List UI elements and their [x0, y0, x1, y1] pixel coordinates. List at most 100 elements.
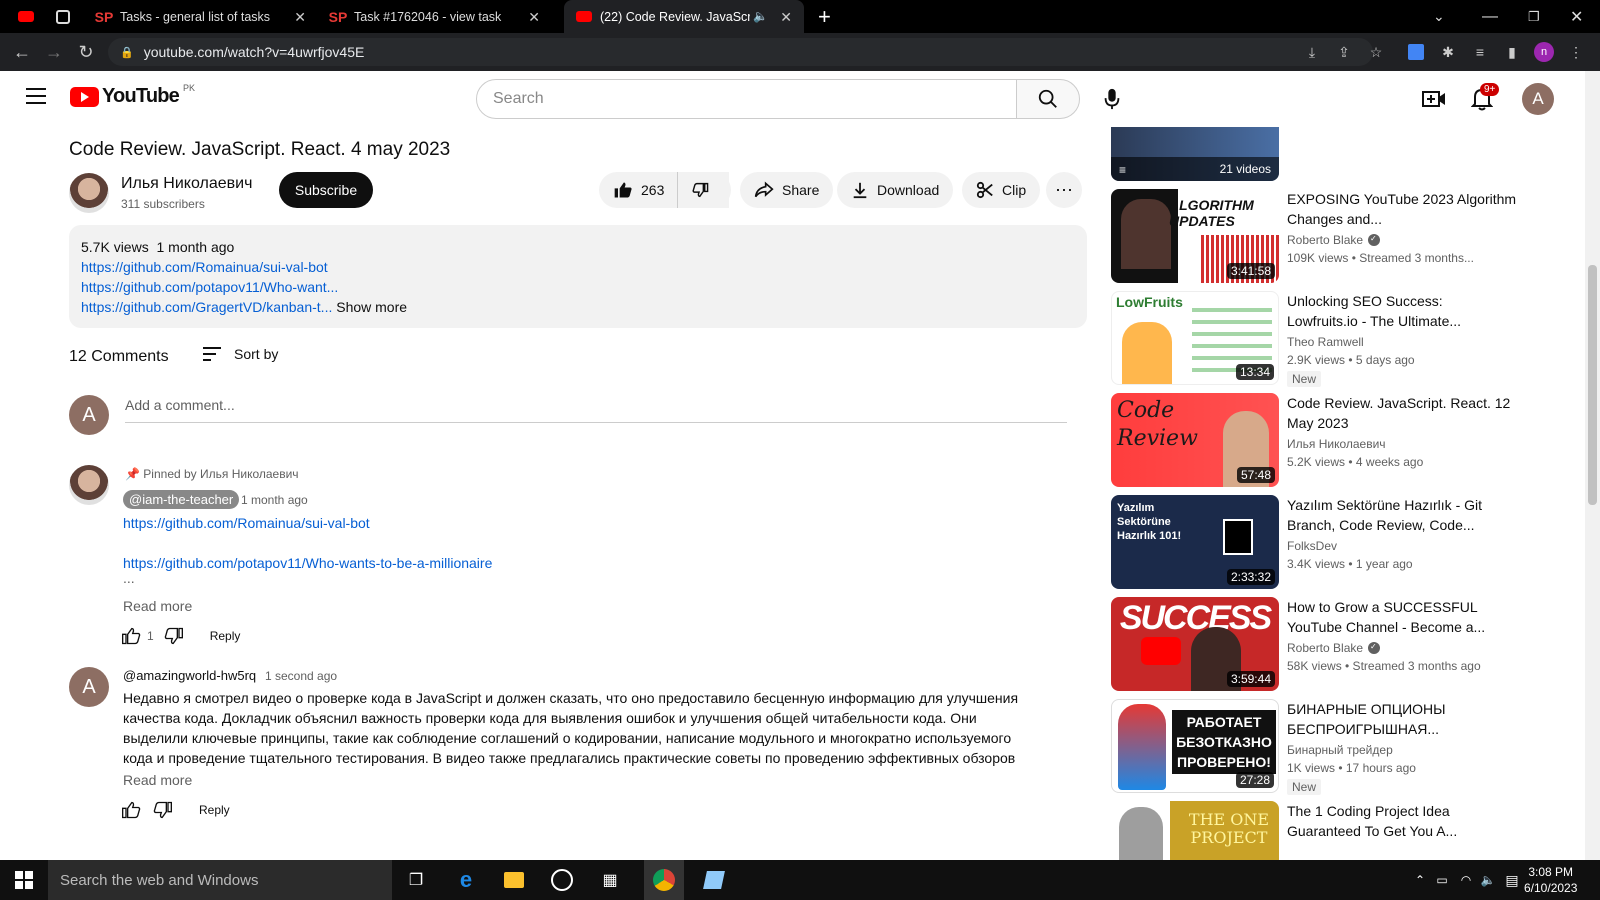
tab-youtube-active[interactable]: (22) Code Review. JavaScript. 🔈 ✕	[564, 0, 804, 33]
menu-icon[interactable]	[26, 88, 46, 104]
address-bar[interactable]: 🔒 youtube.com/watch?v=4uwrfjov45E	[108, 38, 1373, 66]
tab-task-view[interactable]: SP Task #1762046 - view task ✕	[329, 0, 552, 33]
description-link[interactable]: https://github.com/Romainua/sui-val-bot	[81, 259, 328, 275]
chrome-taskbar-icon[interactable]	[644, 860, 684, 900]
comment-avatar[interactable]: A	[69, 667, 109, 707]
restore-icon[interactable]: ❐	[1528, 0, 1548, 33]
comment-author[interactable]: @amazingworld-hw5rq	[123, 668, 256, 683]
video-title[interactable]: The 1 Coding Project Idea Guaranteed To …	[1287, 801, 1517, 841]
comment-time[interactable]: 1 second ago	[265, 669, 337, 683]
video-thumbnail[interactable]: ALGORITHM UPDATES 3:41:58	[1111, 189, 1279, 283]
read-more-button[interactable]: Read more	[123, 772, 192, 788]
channel-name[interactable]: Илья Николаевич	[121, 175, 252, 193]
edge-icon[interactable]: e	[452, 866, 480, 894]
description-box[interactable]: 5.7K views 1 month ago https://github.co…	[69, 225, 1087, 328]
add-comment-input[interactable]: Add a comment...	[125, 395, 1067, 423]
comment-author[interactable]: @iam-the-teacher	[123, 490, 240, 509]
task-view-icon[interactable]: ❐	[402, 866, 430, 894]
media-control-icon[interactable]: ≡	[1470, 42, 1490, 62]
close-tab-icon[interactable]: ✕	[294, 9, 306, 26]
reply-button[interactable]: Reply	[210, 629, 241, 643]
speaker-icon[interactable]: 🔈	[753, 9, 768, 23]
video-thumbnail[interactable]: РАБОТАЕТ БЕЗОТКАЗНО ПРОВЕРЕНО! 27:28	[1111, 699, 1279, 793]
comment-link[interactable]: https://github.com/Romainua/sui-val-bot	[123, 515, 370, 531]
close-tab-icon[interactable]: ✕	[780, 9, 792, 26]
youtube-logo[interactable]: YouTube PK	[70, 83, 195, 108]
create-button[interactable]	[1418, 83, 1450, 115]
install-icon[interactable]: ⤓	[1302, 42, 1322, 62]
translate-icon[interactable]	[1406, 42, 1426, 62]
thumbs-up-icon[interactable]	[121, 800, 141, 820]
reply-button[interactable]: Reply	[199, 803, 230, 817]
video-thumbnail[interactable]: Code Review 57:48	[1111, 393, 1279, 487]
video-thumbnail[interactable]: SUCCESS 3:59:44	[1111, 597, 1279, 691]
account-button[interactable]: A	[1522, 83, 1554, 115]
video-thumbnail[interactable]: THE ONE PROJECT	[1111, 801, 1279, 860]
chrome-menu-icon[interactable]: ⋮	[1566, 42, 1586, 62]
playlist-thumbnail[interactable]: 21 videos ≡	[1111, 127, 1279, 181]
profile-icon[interactable]: n	[1534, 42, 1554, 62]
video-channel[interactable]: Илья Николаевич	[1287, 437, 1386, 451]
video-channel[interactable]: Roberto Blake	[1287, 641, 1381, 655]
windows-start-icon[interactable]	[10, 866, 38, 894]
search-input[interactable]: Search	[476, 79, 1017, 119]
download-button[interactable]: Download	[837, 172, 954, 208]
more-actions-button[interactable]: ⋯	[1046, 172, 1082, 208]
description-link[interactable]: https://github.com/potapov11/Who-want...	[81, 279, 338, 295]
video-title[interactable]: Yazılım Sektörüne Hazırlık - Git Branch,…	[1287, 495, 1517, 535]
taskbar-clock[interactable]: 3:08 PM 6/10/2023	[1524, 864, 1577, 896]
video-channel[interactable]: Roberto Blake	[1287, 233, 1381, 247]
video-channel[interactable]: Theo Ramwell	[1287, 335, 1364, 349]
new-tab-button[interactable]: +	[818, 0, 838, 33]
bookmark-star-icon[interactable]: ☆	[1366, 42, 1386, 62]
subscribe-button[interactable]: Subscribe	[279, 172, 373, 208]
video-channel[interactable]: Бинарный трейдер	[1287, 743, 1393, 757]
comment-time[interactable]: 1 month ago	[241, 493, 308, 507]
read-more-button[interactable]: Read more	[123, 598, 192, 614]
tab-search-icon[interactable]: ⌄	[1433, 0, 1453, 33]
minimize-icon[interactable]: —	[1482, 0, 1502, 33]
thumbs-down-icon[interactable]	[164, 626, 184, 646]
related-video-item[interactable]: Code Review 57:48 Code Review. JavaScrip…	[1111, 393, 1585, 487]
reload-icon[interactable]: ↻	[74, 40, 98, 64]
side-panel-icon[interactable]: ▮	[1502, 42, 1522, 62]
related-video-item[interactable]: LowFruits 13:34 Unlocking SEO Success: L…	[1111, 291, 1585, 387]
channel-avatar[interactable]	[69, 173, 109, 213]
whatsapp-icon[interactable]	[548, 866, 576, 894]
sort-by-button[interactable]: Sort by	[202, 346, 278, 362]
video-title[interactable]: Code Review. JavaScript. React. 12 May 2…	[1287, 393, 1517, 433]
back-icon[interactable]: ←	[10, 40, 34, 64]
video-title[interactable]: Unlocking SEO Success: Lowfruits.io - Th…	[1287, 291, 1517, 331]
clip-button[interactable]: Clip	[962, 172, 1041, 208]
voice-search-button[interactable]	[1092, 79, 1132, 119]
video-thumbnail[interactable]: Yazılım Sektörüne Hazırlık 101! 2:33:32	[1111, 495, 1279, 589]
share-button[interactable]: Share	[740, 172, 834, 208]
video-channel[interactable]: FolksDev	[1287, 539, 1337, 553]
extensions-icon[interactable]: ✱	[1438, 42, 1458, 62]
action-center-icon[interactable]: ▤	[1498, 866, 1526, 894]
related-video-item[interactable]: SUCCESS 3:59:44 How to Grow a SUCCESSFUL…	[1111, 597, 1585, 691]
video-title[interactable]: БИНАРНЫЕ ОПЦИОНЫ БЕСПРОИГРЫШНАЯ...	[1287, 699, 1517, 739]
dislike-button[interactable]	[677, 172, 731, 208]
forward-icon[interactable]: →	[42, 40, 66, 64]
close-tab-icon[interactable]: ✕	[528, 9, 540, 26]
search-button[interactable]	[1016, 79, 1080, 119]
description-link[interactable]: https://github.com/GragertVD/kanban-t...	[81, 299, 332, 315]
tab-app-pinned[interactable]	[56, 0, 76, 33]
related-video-item[interactable]: ALGORITHM UPDATES 3:41:58 EXPOSING YouTu…	[1111, 189, 1585, 283]
tab-youtube-pinned[interactable]	[18, 0, 38, 33]
video-title[interactable]: EXPOSING YouTube 2023 Algorithm Changes …	[1287, 189, 1517, 229]
comment-link[interactable]: https://github.com/potapov11/Who-wants-t…	[123, 555, 492, 571]
share-page-icon[interactable]: ⇪	[1334, 42, 1354, 62]
thumbs-up-icon[interactable]	[121, 626, 141, 646]
comment-avatar[interactable]	[69, 465, 109, 505]
tab-tasks-list[interactable]: SP Tasks - general list of tasks ✕	[95, 0, 318, 33]
thumbs-down-icon[interactable]	[153, 800, 173, 820]
show-more-button[interactable]: Show more	[336, 299, 407, 315]
related-video-item[interactable]: THE ONE PROJECT The 1 Coding Project Ide…	[1111, 801, 1585, 860]
video-thumbnail[interactable]: LowFruits 13:34	[1111, 291, 1279, 385]
video-title[interactable]: How to Grow a SUCCESSFUL YouTube Channel…	[1287, 597, 1517, 637]
scrollbar-thumb[interactable]	[1588, 265, 1597, 505]
related-video-item[interactable]: Yazılım Sektörüne Hazırlık 101! 2:33:32 …	[1111, 495, 1585, 589]
file-explorer-icon[interactable]	[500, 866, 528, 894]
